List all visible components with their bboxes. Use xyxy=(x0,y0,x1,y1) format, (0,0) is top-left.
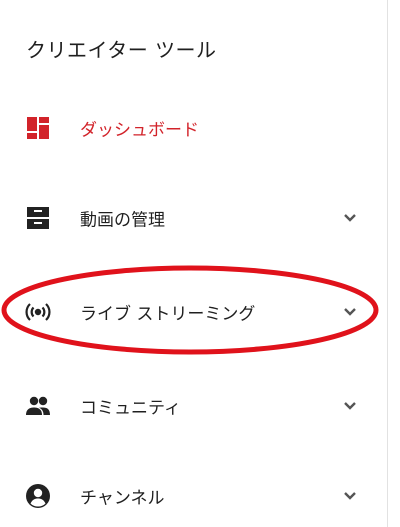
sidebar-divider xyxy=(387,0,388,527)
sidebar-item-label: ライブ ストリーミング xyxy=(80,304,256,325)
sidebar-item-live-streaming[interactable]: ライブ ストリーミング xyxy=(0,282,387,342)
chevron-down-icon[interactable] xyxy=(340,486,360,506)
sidebar-item-dashboard[interactable]: ダッシュボード xyxy=(0,98,387,158)
chevron-down-icon[interactable] xyxy=(340,302,360,322)
live-streaming-icon xyxy=(25,303,51,321)
sidebar-title: クリエイター ツール xyxy=(26,38,217,62)
sidebar-item-label: コミュニティ xyxy=(80,398,181,419)
chevron-down-icon[interactable] xyxy=(340,396,360,416)
creator-tools-sidebar: クリエイター ツール ダッシュボード 動画の管理 ライブ ストリーミング コミュ… xyxy=(0,0,400,527)
people-icon xyxy=(26,396,50,415)
sidebar-item-label: チャンネル xyxy=(80,488,165,509)
sidebar-item-video-manager[interactable]: 動画の管理 xyxy=(0,188,387,248)
video-manager-icon xyxy=(27,207,49,229)
dashboard-icon xyxy=(27,117,49,139)
sidebar-item-label: ダッシュボード xyxy=(80,120,199,141)
chevron-down-icon[interactable] xyxy=(340,208,360,228)
sidebar-item-community[interactable]: コミュニティ xyxy=(0,376,387,436)
account-circle-icon xyxy=(26,484,50,508)
sidebar-item-label: 動画の管理 xyxy=(80,210,165,231)
sidebar-item-channel[interactable]: チャンネル xyxy=(0,466,387,526)
